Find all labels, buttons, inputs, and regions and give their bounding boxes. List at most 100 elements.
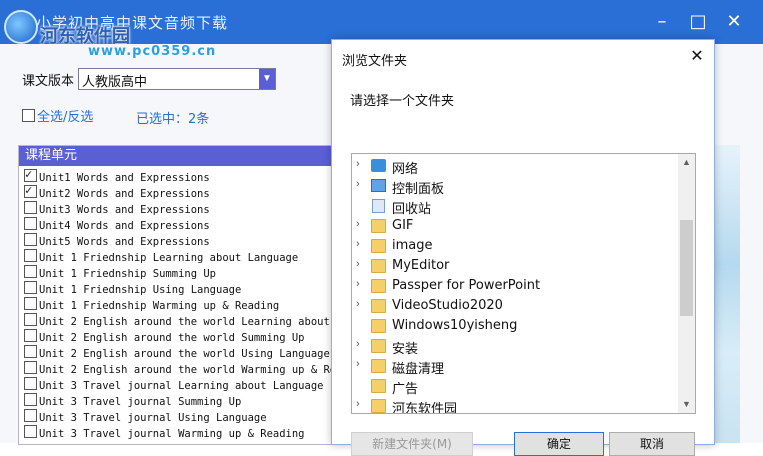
new-folder-button[interactable]: 新建文件夹(M): [351, 432, 473, 456]
tree-item[interactable]: 广告: [352, 376, 676, 397]
tree-item-label: 河东软件园: [392, 402, 458, 414]
scroll-down-icon[interactable]: ▼: [678, 396, 695, 413]
tree-item[interactable]: › 网络: [352, 156, 676, 177]
checkbox-icon[interactable]: [24, 329, 37, 342]
app-logo-icon: [4, 10, 38, 44]
tree-scrollbar[interactable]: ▲ ▼: [678, 154, 695, 413]
expand-chevron-icon[interactable]: ›: [356, 358, 360, 370]
close-button[interactable]: ✕: [722, 10, 746, 34]
checkbox-icon[interactable]: [24, 265, 37, 278]
list-item[interactable]: Unit 2 English around the world Summing …: [24, 329, 341, 345]
control-panel-icon: [371, 179, 386, 192]
folder-icon: [371, 219, 386, 233]
browse-folder-dialog: 浏览文件夹 ✕ 请选择一个文件夹 › 网络 › 控制面板 回收站 › GIF › image › M…: [331, 39, 715, 456]
tree-item-label: image: [392, 238, 433, 253]
checkbox-icon[interactable]: [24, 249, 37, 262]
expand-chevron-icon[interactable]: ›: [356, 258, 360, 270]
checkbox-icon[interactable]: [24, 425, 37, 438]
list-item[interactable]: Unit4 Words and Expressions: [24, 217, 341, 233]
dialog-prompt: 请选择一个文件夹: [350, 94, 455, 109]
maximize-button[interactable]: □: [686, 10, 710, 34]
edition-select-value: 人教版高中: [82, 75, 148, 90]
checkbox-icon[interactable]: [24, 377, 37, 390]
tree-item[interactable]: › 控制面板: [352, 176, 676, 197]
scroll-up-icon[interactable]: ▲: [678, 154, 695, 171]
checkbox-icon[interactable]: [24, 361, 37, 374]
tree-item[interactable]: › VideoStudio2020: [352, 296, 676, 316]
folder-icon: [371, 359, 386, 373]
tree-item-label: Windows10yisheng: [392, 318, 518, 333]
checkbox-icon[interactable]: [24, 345, 37, 358]
tree-item[interactable]: › Passper for PowerPoint: [352, 276, 676, 296]
checkbox-icon[interactable]: [24, 409, 37, 422]
expand-chevron-icon[interactable]: ›: [356, 278, 360, 290]
list-item[interactable]: Unit3 Words and Expressions: [24, 201, 341, 217]
dialog-title: 浏览文件夹: [342, 54, 408, 69]
checkbox-icon[interactable]: [24, 182, 37, 198]
list-item[interactable]: Unit 1 Friednship Warming up & Reading: [24, 297, 341, 313]
checkbox-icon[interactable]: [24, 281, 37, 294]
minimize-button[interactable]: –: [650, 10, 674, 34]
list-item[interactable]: Unit 2 English around the world Using La…: [24, 345, 341, 361]
watermark-url: www.pc0359.cn: [88, 44, 217, 59]
expand-chevron-icon[interactable]: ›: [356, 218, 360, 230]
list-item[interactable]: Unit 3 Travel journal Warming up & Readi…: [24, 425, 341, 441]
list-item[interactable]: Unit 1 Friednship Learning about Languag…: [24, 249, 341, 265]
list-item[interactable]: Unit5 Words and Expressions: [24, 233, 341, 249]
checkbox-icon[interactable]: [22, 109, 35, 122]
folder-tree[interactable]: › 网络 › 控制面板 回收站 › GIF › image › MyEditor › Passper f…: [351, 153, 696, 414]
checkbox-icon[interactable]: [24, 313, 37, 326]
scrollbar-thumb[interactable]: [680, 220, 693, 316]
expand-chevron-icon[interactable]: ›: [356, 238, 360, 250]
checkbox-icon[interactable]: [24, 217, 37, 230]
selected-count: 已选中：2条: [136, 112, 210, 127]
tree-item[interactable]: › GIF: [352, 216, 676, 236]
list-item[interactable]: Unit 3 Travel journal Using Language: [24, 409, 341, 425]
folder-icon: [371, 319, 386, 333]
expand-chevron-icon[interactable]: ›: [356, 158, 360, 170]
tree-item[interactable]: › 安装: [352, 336, 676, 357]
select-all-checkbox[interactable]: 全选/反选: [22, 106, 93, 125]
list-item[interactable]: Unit 1 Friednship Summing Up: [24, 265, 341, 281]
checkbox-icon[interactable]: [24, 393, 37, 406]
list-item[interactable]: Unit1 Words and Expressions: [24, 166, 341, 185]
network-icon: [371, 159, 386, 172]
tree-item-label: MyEditor: [392, 258, 450, 273]
tree-item[interactable]: › 磁盘清理: [352, 356, 676, 377]
list-rows: Unit1 Words and Expressions Unit2 Words …: [24, 166, 341, 441]
expand-chevron-icon[interactable]: ›: [356, 338, 360, 350]
list-item[interactable]: Unit2 Words and Expressions: [24, 182, 341, 201]
list-header: 课程单元: [19, 146, 341, 166]
folder-icon: [371, 239, 386, 253]
tree-item[interactable]: › 河东软件园: [352, 396, 676, 414]
dialog-close-button[interactable]: ✕: [686, 46, 708, 68]
tree-item-label: 安装: [392, 342, 419, 357]
tree-item-label: 网络: [392, 162, 419, 177]
folder-icon: [371, 379, 386, 393]
tree-item-label: 广告: [392, 382, 419, 397]
folder-icon: [371, 399, 386, 413]
checkbox-icon[interactable]: [24, 297, 37, 310]
list-item[interactable]: Unit 3 Travel journal Summing Up: [24, 393, 341, 409]
edition-select[interactable]: 人教版高中 ▼: [78, 68, 276, 90]
checkbox-icon[interactable]: [24, 201, 37, 214]
tree-item[interactable]: 回收站: [352, 196, 676, 217]
tree-item-label: 控制面板: [392, 182, 445, 197]
checkbox-icon[interactable]: [24, 233, 37, 246]
list-item[interactable]: Unit 1 Friednship Using Language: [24, 281, 341, 297]
tree-item[interactable]: Windows10yisheng: [352, 316, 676, 336]
chevron-down-icon[interactable]: ▼: [259, 69, 275, 89]
ok-button[interactable]: 确定: [514, 432, 604, 456]
list-item[interactable]: Unit 2 English around the world Learning…: [24, 313, 341, 329]
list-item[interactable]: Unit 3 Travel journal Learning about Lan…: [24, 377, 341, 393]
expand-chevron-icon[interactable]: ›: [356, 298, 360, 310]
tree-item[interactable]: › image: [352, 236, 676, 256]
list-item[interactable]: Unit 2 English around the world Warming …: [24, 361, 341, 377]
folder-icon: [371, 279, 386, 293]
folder-icon: [371, 259, 386, 273]
expand-chevron-icon[interactable]: ›: [356, 398, 360, 410]
tree-item[interactable]: › MyEditor: [352, 256, 676, 276]
cancel-button[interactable]: 取消: [609, 432, 695, 456]
checkbox-icon[interactable]: [24, 166, 37, 182]
expand-chevron-icon[interactable]: ›: [356, 178, 360, 190]
